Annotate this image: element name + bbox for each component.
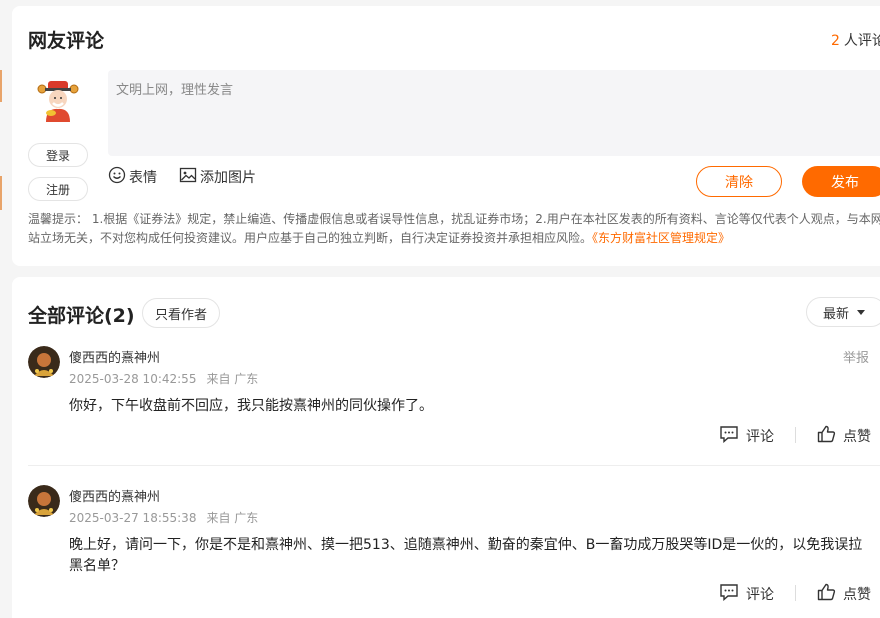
mascot-avatar-icon xyxy=(36,78,80,122)
post-button[interactable]: 发布 xyxy=(802,166,880,197)
like-icon xyxy=(817,425,836,447)
like-button[interactable]: 点赞 xyxy=(817,425,871,447)
register-button[interactable]: 注册 xyxy=(28,177,88,201)
comment-item: 傻西西的熹神州 2025-03-27 18:55:38 来自 广东 晚上好，请问一… xyxy=(28,485,878,610)
comment-meta: 2025-03-27 18:55:38 来自 广东 xyxy=(69,509,258,526)
comment-icon xyxy=(719,583,739,605)
add-image-label: 添加图片 xyxy=(200,170,256,186)
community-rules-link[interactable]: 《东方财富社区管理规定》 xyxy=(592,231,730,245)
comment-location: 来自 广东 xyxy=(206,511,259,525)
author-only-filter-button[interactable]: 只看作者 xyxy=(142,298,220,328)
comment-text: 你好，下午收盘前不回应，我只能按熹神州的同伙操作了。 xyxy=(69,398,433,414)
sort-dropdown[interactable]: 最新 xyxy=(806,297,880,327)
emoji-icon xyxy=(108,166,126,188)
image-icon xyxy=(179,166,197,188)
sort-label: 最新 xyxy=(823,306,850,322)
comment-input[interactable] xyxy=(108,70,880,156)
user-avatar-icon[interactable] xyxy=(28,346,60,378)
left-edge-accent xyxy=(0,70,2,102)
comment-text: 晚上好，请问一下，你是不是和熹神州、摸一把513、追随熹神州、勤奋的秦宜仲、B一… xyxy=(69,537,863,574)
comment-time: 2025-03-27 18:55:38 xyxy=(69,511,197,525)
emoji-button[interactable]: 表情 xyxy=(108,166,157,188)
comment-divider xyxy=(28,465,880,466)
comment-icon xyxy=(719,425,739,447)
reply-button[interactable]: 评论 xyxy=(719,425,774,447)
report-button[interactable]: 举报 xyxy=(843,347,869,366)
notice-text-block: 温馨提示： 1.根据《证券法》规定，禁止编造、传播虚假信息或者误导性信息，扰乱证… xyxy=(28,210,880,248)
like-icon xyxy=(817,583,836,605)
left-edge-accent xyxy=(0,176,2,210)
comment-item: 傻西西的熹神州 2025-03-28 10:42:55 来自 广东 举报 你好，下… xyxy=(28,346,878,456)
add-image-button[interactable]: 添加图片 xyxy=(179,166,256,188)
comment-composer-card: 网友评论 2人评论 登录 注册 表情 添加图片 清除 发布 xyxy=(12,6,880,266)
caret-down-icon xyxy=(857,309,866,315)
comment-count: 2 人评论 xyxy=(831,30,880,50)
comment-meta: 2025-03-28 10:42:55 来自 广东 xyxy=(69,370,258,387)
action-separator xyxy=(795,427,796,443)
reply-button[interactable]: 评论 xyxy=(719,583,774,605)
comment-count-suffix: 人评论 xyxy=(843,33,880,49)
clear-button[interactable]: 清除 xyxy=(696,166,782,197)
reply-label: 评论 xyxy=(746,587,774,603)
like-label: 点赞 xyxy=(843,429,871,445)
like-label: 点赞 xyxy=(843,587,871,603)
like-button[interactable]: 点赞 xyxy=(817,583,871,605)
comment-username[interactable]: 傻西西的熹神州 xyxy=(69,347,160,366)
comment-username[interactable]: 傻西西的熹神州 xyxy=(69,486,160,505)
notice-text: 温馨提示： 1.根据《证券法》规定，禁止编造、传播虚假信息或者误导性信息，扰乱证… xyxy=(28,212,880,245)
login-button[interactable]: 登录 xyxy=(28,143,88,167)
section-title: 网友评论 xyxy=(28,30,105,52)
comment-location: 来自 广东 xyxy=(206,372,259,386)
comment-count-number: 2 xyxy=(831,33,840,49)
user-avatar-icon[interactable] xyxy=(28,485,60,517)
comment-time: 2025-03-28 10:42:55 xyxy=(69,372,197,386)
comment-list-card: 全部评论(2) 只看作者 最新 傻西西的熹神州 2025-03-28 10:42… xyxy=(12,277,880,618)
reply-label: 评论 xyxy=(746,429,774,445)
emoji-label: 表情 xyxy=(129,170,157,186)
list-title: 全部评论(2) xyxy=(28,305,135,327)
action-separator xyxy=(795,585,796,601)
